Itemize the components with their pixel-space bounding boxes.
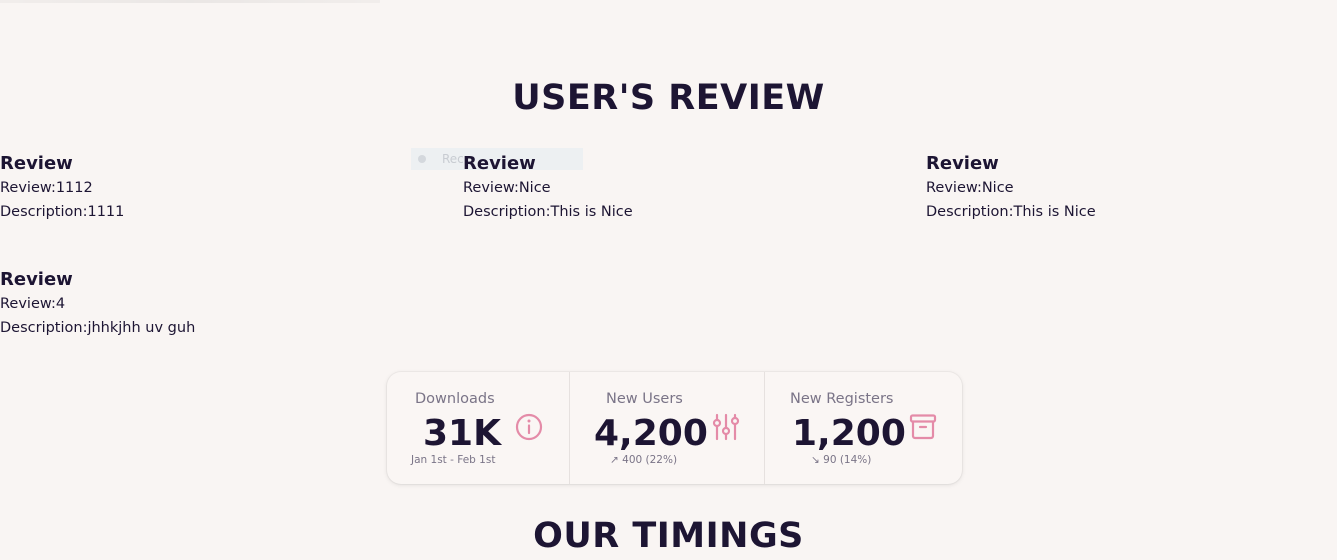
review-text: Review:4 — [0, 296, 66, 312]
review-card-3: Review Review:Nice Description:This is N… — [926, 152, 1266, 224]
review-card-1: Review Review:1112 Description:1111 — [0, 152, 340, 224]
stat-label: New Registers — [790, 391, 894, 407]
stat-new-users: New Users 4,200 ↗︎ 400 (22%) — [569, 372, 765, 484]
stats-panel: Downloads 31K Jan 1st - Feb 1st New User… — [387, 372, 962, 484]
archive-icon — [909, 414, 937, 440]
review-description: Description:1111 — [0, 204, 125, 220]
stat-desc: Jan 1st - Feb 1st — [411, 454, 496, 466]
review-card-4: Review Review:4 Description:jhhkjhh uv g… — [0, 268, 340, 340]
review-heading: Review — [926, 153, 999, 174]
review-description: Description:jhhkjhh uv guh — [0, 320, 196, 336]
stat-new-registers: New Registers 1,200 ↘︎ 90 (14%) — [764, 372, 963, 484]
stat-downloads: Downloads 31K Jan 1st - Feb 1st — [387, 372, 569, 484]
review-card-2: Review Review:Nice Description:This is N… — [463, 152, 803, 224]
review-heading: Review — [0, 153, 73, 174]
reviews-section-title: USER'S REVIEW — [512, 78, 825, 118]
review-heading: Review — [463, 153, 536, 174]
review-text: Review:Nice — [926, 180, 1014, 196]
review-text: Review:Nice — [463, 180, 551, 196]
review-description: Description:This is Nice — [926, 204, 1096, 220]
review-text: Review:1112 — [0, 180, 93, 196]
top-shadow-divider — [0, 0, 380, 3]
info-circle-icon — [515, 413, 543, 441]
stat-desc: ↗︎ 400 (22%) — [610, 454, 678, 466]
ghost-tooltip-text: Rec — [442, 152, 464, 166]
stat-label: Downloads — [415, 391, 495, 407]
stat-value: 31K — [423, 413, 501, 454]
review-description: Description:This is Nice — [463, 204, 633, 220]
stat-value: 1,200 — [792, 413, 906, 454]
stat-value: 4,200 — [594, 413, 708, 454]
ghost-dot-icon — [418, 155, 426, 163]
stat-desc: ↘︎ 90 (14%) — [811, 454, 872, 466]
review-heading: Review — [0, 269, 73, 290]
timings-section-title: OUR TIMINGS — [533, 516, 804, 556]
stat-label: New Users — [606, 391, 683, 407]
sliders-icon — [712, 413, 740, 441]
